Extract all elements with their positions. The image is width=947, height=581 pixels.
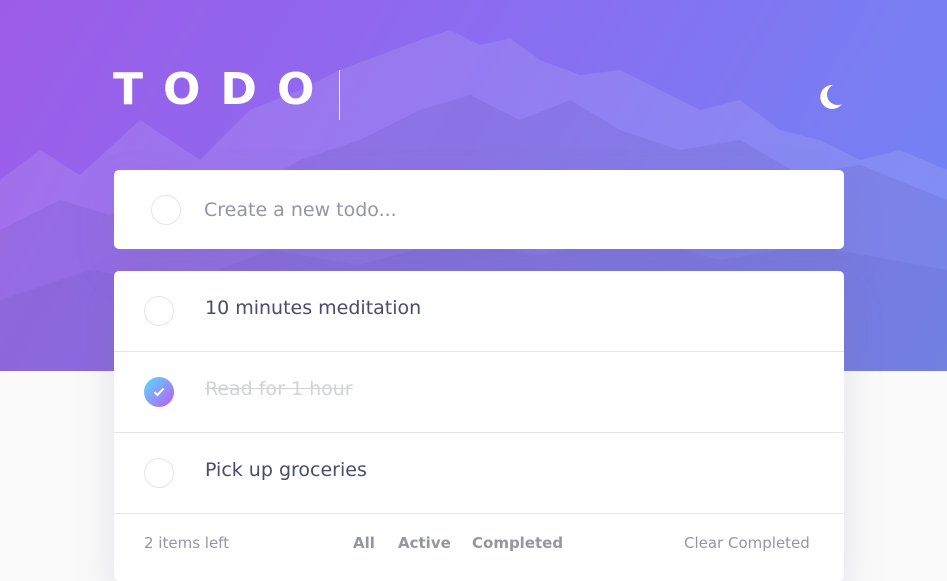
app-title: TODO: [113, 64, 335, 115]
new-todo-checkbox[interactable]: [151, 195, 181, 225]
todo-checkbox[interactable]: [144, 296, 174, 326]
new-todo-input[interactable]: [204, 190, 804, 230]
clear-completed-button[interactable]: Clear Completed: [684, 534, 810, 552]
theme-toggle-button[interactable]: [812, 80, 846, 114]
filter-active-button[interactable]: Active: [398, 534, 451, 552]
filter-completed-button[interactable]: Completed: [472, 534, 563, 552]
todo-checkbox[interactable]: [144, 458, 174, 488]
todo-checkbox-checked[interactable]: [144, 377, 174, 407]
todo-list: 10 minutes meditation Read for 1 hour Pi…: [114, 271, 844, 581]
todo-item[interactable]: Pick up groceries: [114, 433, 844, 514]
todo-item[interactable]: Read for 1 hour: [114, 352, 844, 433]
check-icon: [153, 387, 165, 397]
moon-icon: [820, 84, 842, 109]
todo-item[interactable]: 10 minutes meditation: [114, 271, 844, 352]
title-divider: [339, 70, 340, 120]
todo-footer: 2 items left All Active Completed Clear …: [114, 514, 844, 574]
items-left-count: 2 items left: [144, 534, 230, 552]
todo-text: 10 minutes meditation: [205, 297, 422, 319]
new-todo-card: [114, 170, 844, 249]
todo-text: Pick up groceries: [205, 459, 367, 481]
todo-text-completed: Read for 1 hour: [205, 378, 353, 400]
filter-all-button[interactable]: All: [353, 534, 375, 552]
